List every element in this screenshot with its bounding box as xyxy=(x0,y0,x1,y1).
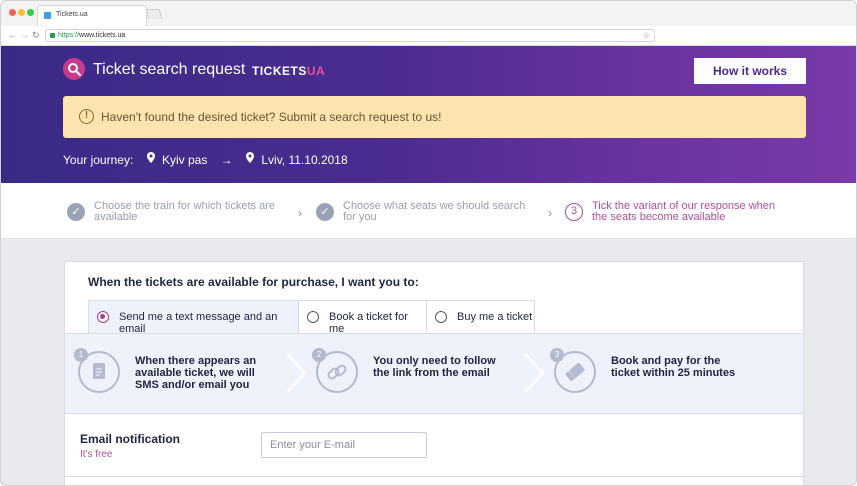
chevron-right-icon xyxy=(286,353,307,393)
email-notification-row: Email notification It's free xyxy=(65,415,803,477)
chevron-right-icon: › xyxy=(298,206,302,220)
step-label: Choose the train for which tickets are a… xyxy=(94,200,275,223)
journey-summary: Your journey: Kyiv pas → Lviv, 11.10.201… xyxy=(63,152,348,167)
step-label: Tick the variant of our response when th… xyxy=(592,200,776,223)
reload-icon[interactable]: ↻ xyxy=(32,30,40,41)
journey-from: Kyiv pas xyxy=(161,152,208,167)
option-label: Send me a text message and an email xyxy=(119,311,278,335)
alert-icon: ! xyxy=(79,109,94,124)
progress-steps: ✓ Choose the train for which tickets are… xyxy=(1,183,856,239)
notice-banner: ! Haven't found the desired ticket? Subm… xyxy=(63,96,806,138)
location-pin-icon xyxy=(146,152,155,163)
info-step-text: When there appears an available ticket, … xyxy=(135,355,257,391)
back-icon[interactable]: ← xyxy=(8,30,17,40)
address-bar[interactable]: https://www.tickets.ua ☆ xyxy=(45,29,655,42)
location-pin-icon xyxy=(246,152,255,163)
step-label: Choose what seats we should search for y… xyxy=(343,200,526,223)
browser-window: Tickets.ua ← → ↻ https://www.tickets.ua … xyxy=(0,0,857,486)
favicon-icon xyxy=(44,12,51,19)
url-host: www.tickets.ua xyxy=(79,32,126,39)
url-scheme: https:// xyxy=(58,32,80,39)
divider xyxy=(65,476,803,477)
journey-to: Lviv, 11.10.2018 xyxy=(261,152,348,167)
notice-text: Haven't found the desired ticket? Submit… xyxy=(101,110,442,124)
step-number: 3 xyxy=(565,203,583,221)
close-window-button[interactable] xyxy=(9,9,16,16)
info-step-number: 3 xyxy=(550,348,564,362)
check-icon: ✓ xyxy=(67,203,85,221)
info-step-text: Book and pay for the ticket within 25 mi… xyxy=(611,355,736,379)
maximize-window-button[interactable] xyxy=(27,9,34,16)
browser-toolbar: ← → ↻ https://www.tickets.ua ☆ xyxy=(1,26,856,46)
how-it-works-button[interactable]: How it works xyxy=(694,58,806,84)
info-step-text: You only need to follow the link from th… xyxy=(373,355,496,379)
chevron-right-icon: › xyxy=(548,206,552,220)
option-send-message[interactable]: Send me a text message and an email xyxy=(88,300,299,335)
email-label: Email notification xyxy=(80,432,181,446)
radio-button[interactable] xyxy=(97,311,109,323)
new-tab-button[interactable] xyxy=(145,9,163,19)
email-field[interactable] xyxy=(261,432,427,458)
info-step-number: 1 xyxy=(74,348,88,362)
minimize-window-button[interactable] xyxy=(18,9,25,16)
form-title: When the tickets are available for purch… xyxy=(88,275,419,289)
page-title: Ticket search request xyxy=(93,61,246,78)
request-form-card: When the tickets are available for purch… xyxy=(64,261,804,485)
option-label: Book a ticket for me xyxy=(329,311,408,335)
journey-arrow: → xyxy=(220,152,233,167)
email-free-note: It's free xyxy=(80,449,113,460)
brand-suffix: UA xyxy=(306,64,326,78)
forward-icon[interactable]: → xyxy=(20,30,29,40)
check-icon: ✓ xyxy=(316,203,334,221)
brand-main: TICKETS xyxy=(252,64,307,78)
browser-tabbar: Tickets.ua xyxy=(1,1,856,26)
bookmark-star-icon[interactable]: ☆ xyxy=(643,31,650,40)
option-book-ticket[interactable]: Book a ticket for me xyxy=(298,300,427,335)
lock-icon xyxy=(50,33,55,38)
option-label: Buy me a ticket xyxy=(457,311,533,323)
page-header: Ticket search request TICKETSUA How it w… xyxy=(1,46,856,183)
brand-logo[interactable]: TICKETSUA xyxy=(252,64,325,78)
search-logo-icon xyxy=(63,58,85,80)
chevron-right-icon xyxy=(524,353,545,393)
how-it-works-band: 1 When there appears an available ticket… xyxy=(65,333,803,414)
radio-button[interactable] xyxy=(307,311,319,323)
option-buy-ticket[interactable]: Buy me a ticket xyxy=(426,300,535,334)
info-step-number: 2 xyxy=(312,348,326,362)
browser-tab[interactable]: Tickets.ua xyxy=(37,5,147,26)
radio-button[interactable] xyxy=(435,311,447,323)
journey-label: Your journey: xyxy=(63,152,134,167)
tab-title: Tickets.ua xyxy=(56,11,88,18)
